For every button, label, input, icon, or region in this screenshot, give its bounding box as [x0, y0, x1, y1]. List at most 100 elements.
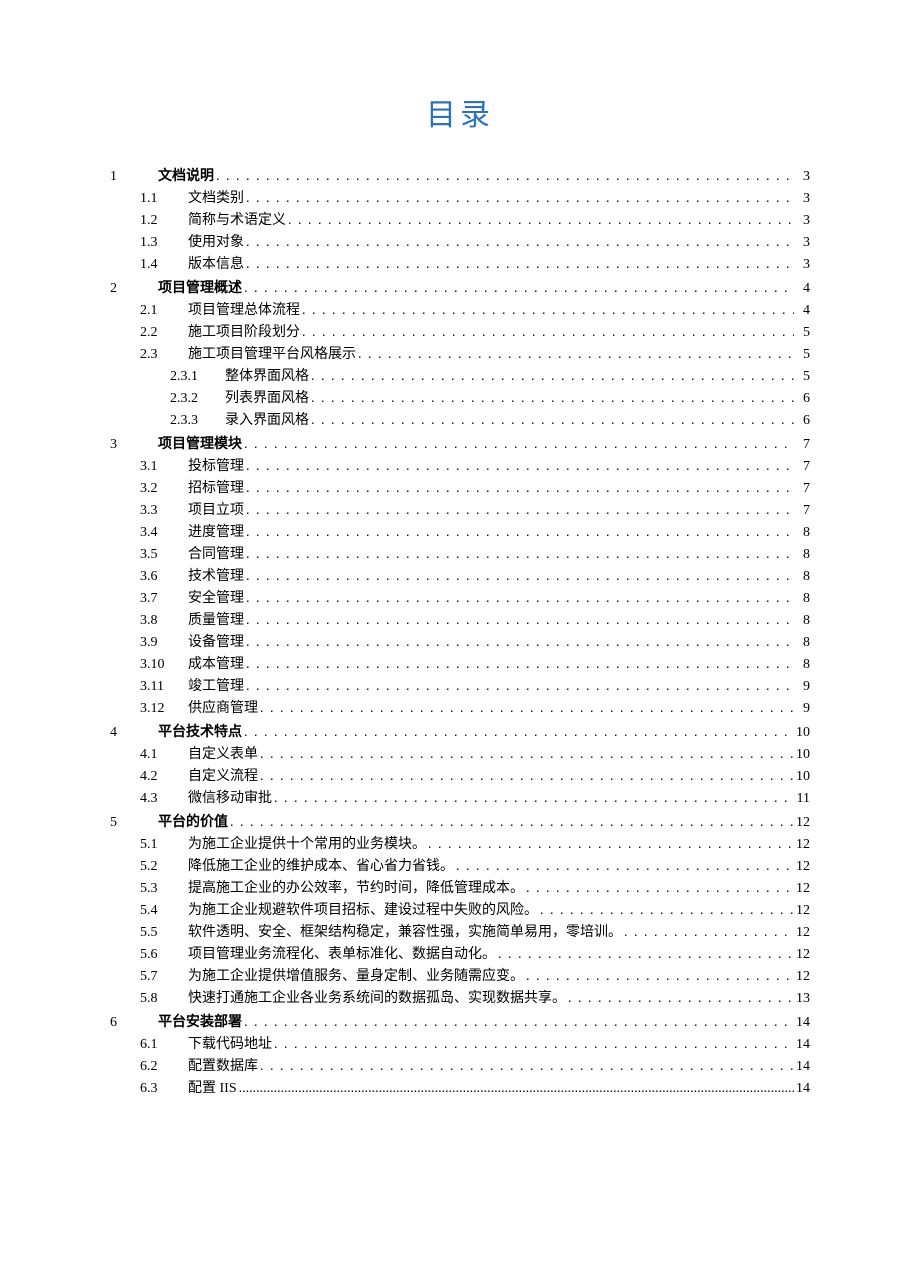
toc-entry[interactable]: 6.2配置数据库14 — [110, 1056, 810, 1078]
toc-entry[interactable]: 3.6技术管理8 — [110, 566, 810, 588]
toc-entry[interactable]: 5.4为施工企业规避软件项目招标、建设过程中失败的风险。12 — [110, 900, 810, 922]
toc-entry[interactable]: 3.4进度管理8 — [110, 522, 810, 544]
toc-entry-page: 12 — [794, 856, 810, 878]
toc-leader-dots — [244, 676, 794, 698]
toc-entry-page: 12 — [794, 878, 810, 900]
toc-entry[interactable]: 2.3.2列表界面风格6 — [110, 388, 810, 410]
toc-entry[interactable]: 1.4版本信息3 — [110, 254, 810, 276]
toc-entry-page: 3 — [794, 166, 810, 188]
toc-entry-text: 项目管理概述 — [158, 276, 242, 298]
toc-entry[interactable]: 5.7为施工企业提供增值服务、量身定制、业务随需应变。12 — [110, 966, 810, 988]
toc-entry-page: 14 — [794, 1012, 810, 1034]
toc-entry-number: 3 — [110, 434, 158, 456]
toc-entry-number: 3.11 — [140, 676, 188, 698]
toc-entry-number: 1.4 — [140, 254, 188, 276]
toc-entry[interactable]: 3.12供应商管理9 — [110, 698, 810, 720]
toc-entry[interactable]: 6.3配置 IIS14 — [110, 1078, 810, 1100]
toc-entry-number: 2.3.3 — [170, 410, 225, 432]
toc-entry-page: 8 — [794, 654, 810, 676]
toc-leader-dots — [356, 344, 794, 366]
toc-entry[interactable]: 3.9设备管理8 — [110, 632, 810, 654]
toc-entry-number: 5.7 — [140, 966, 188, 988]
toc-entry[interactable]: 3.5合同管理8 — [110, 544, 810, 566]
toc-entry[interactable]: 4.3微信移动审批11 — [110, 788, 810, 810]
toc-entry-number: 3.1 — [140, 456, 188, 478]
toc-entry[interactable]: 6平台安装部署14 — [110, 1010, 810, 1034]
toc-entry-text: 施工项目管理平台风格展示 — [188, 344, 356, 366]
toc-entry-text: 整体界面风格 — [225, 366, 309, 388]
toc-entry[interactable]: 1文档说明3 — [110, 164, 810, 188]
toc-entry-text: 为施工企业提供十个常用的业务模块。 — [188, 834, 426, 856]
toc-entry-text: 投标管理 — [188, 456, 244, 478]
toc-entry-number: 2.2 — [140, 322, 188, 344]
toc-leader-dots — [258, 698, 794, 720]
toc-entry[interactable]: 2.2施工项目阶段划分5 — [110, 322, 810, 344]
toc-entry[interactable]: 1.1文档类别3 — [110, 188, 810, 210]
toc-entry-page: 9 — [794, 698, 810, 720]
toc-entry[interactable]: 4平台技术特点10 — [110, 720, 810, 744]
toc-entry[interactable]: 3项目管理模块7 — [110, 432, 810, 456]
toc-entry[interactable]: 2项目管理概述4 — [110, 276, 810, 300]
toc-leader-dots — [244, 522, 794, 544]
toc-entry-text: 成本管理 — [188, 654, 244, 676]
toc-leader-dots — [300, 300, 794, 322]
toc-leader-dots — [309, 388, 794, 410]
toc-entry[interactable]: 5平台的价值12 — [110, 810, 810, 834]
toc-leader-dots — [237, 1078, 794, 1100]
toc-leader-dots — [272, 1034, 794, 1056]
toc-entry[interactable]: 2.3.1整体界面风格5 — [110, 366, 810, 388]
toc-entry-page: 10 — [794, 722, 810, 744]
toc-entry-page: 6 — [794, 410, 810, 432]
toc-entry-number: 3.9 — [140, 632, 188, 654]
toc-leader-dots — [244, 456, 794, 478]
toc-entry-page: 10 — [794, 744, 810, 766]
toc-leader-dots — [496, 944, 794, 966]
toc-entry[interactable]: 4.2自定义流程10 — [110, 766, 810, 788]
toc-entry-number: 4.3 — [140, 788, 188, 810]
toc-leader-dots — [244, 588, 794, 610]
toc-entry[interactable]: 3.11竣工管理9 — [110, 676, 810, 698]
toc-entry-text: 安全管理 — [188, 588, 244, 610]
toc-entry[interactable]: 3.10成本管理8 — [110, 654, 810, 676]
toc-entry[interactable]: 2.3.3录入界面风格6 — [110, 410, 810, 432]
toc-leader-dots — [244, 654, 794, 676]
toc-entry-number: 3.2 — [140, 478, 188, 500]
toc-entry[interactable]: 4.1自定义表单10 — [110, 744, 810, 766]
toc-entry[interactable]: 5.5软件透明、安全、框架结构稳定，兼容性强，实施简单易用，零培训。12 — [110, 922, 810, 944]
toc-entry[interactable]: 6.1下载代码地址14 — [110, 1034, 810, 1056]
toc-entry[interactable]: 1.2简称与术语定义3 — [110, 210, 810, 232]
toc-entry-page: 12 — [794, 922, 810, 944]
toc-leader-dots — [242, 278, 794, 300]
toc-entry[interactable]: 2.3施工项目管理平台风格展示5 — [110, 344, 810, 366]
toc-entry-page: 3 — [794, 188, 810, 210]
toc-entry-page: 7 — [794, 434, 810, 456]
toc-entry[interactable]: 3.7安全管理8 — [110, 588, 810, 610]
toc-entry[interactable]: 5.2降低施工企业的维护成本、省心省力省钱。12 — [110, 856, 810, 878]
toc-entry-page: 14 — [794, 1056, 810, 1078]
toc-entry[interactable]: 5.8快速打通施工企业各业务系统间的数据孤岛、实现数据共享。13 — [110, 988, 810, 1010]
toc-leader-dots — [309, 366, 794, 388]
toc-entry[interactable]: 5.6项目管理业务流程化、表单标准化、数据自动化。12 — [110, 944, 810, 966]
toc-entry-text: 竣工管理 — [188, 676, 244, 698]
toc-leader-dots — [286, 210, 794, 232]
toc-entry[interactable]: 5.3提高施工企业的办公效率，节约时间，降低管理成本。12 — [110, 878, 810, 900]
toc-entry-page: 12 — [794, 966, 810, 988]
toc-entry-text: 质量管理 — [188, 610, 244, 632]
toc-entry-page: 11 — [794, 788, 810, 810]
toc-entry[interactable]: 3.2招标管理7 — [110, 478, 810, 500]
toc-entry-number: 5.1 — [140, 834, 188, 856]
toc-entry[interactable]: 1.3使用对象3 — [110, 232, 810, 254]
toc-entry[interactable]: 5.1为施工企业提供十个常用的业务模块。12 — [110, 834, 810, 856]
toc-entry-number: 5.6 — [140, 944, 188, 966]
toc-entry-number: 2.3.1 — [170, 366, 225, 388]
toc-entry-text: 平台技术特点 — [158, 720, 242, 742]
toc-entry-page: 14 — [794, 1034, 810, 1056]
toc-entry-number: 5 — [110, 812, 158, 834]
toc-entry-text: 平台的价值 — [158, 810, 228, 832]
toc-entry[interactable]: 2.1项目管理总体流程4 — [110, 300, 810, 322]
toc-entry[interactable]: 3.1投标管理7 — [110, 456, 810, 478]
toc-entry[interactable]: 3.8质量管理8 — [110, 610, 810, 632]
toc-entry-page: 3 — [794, 254, 810, 276]
toc-entry[interactable]: 3.3项目立项7 — [110, 500, 810, 522]
toc-entry-text: 文档说明 — [158, 164, 214, 186]
